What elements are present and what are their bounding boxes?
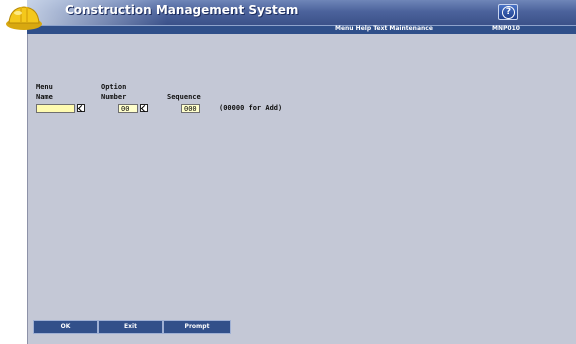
- menu-name-prompt-icon[interactable]: [77, 104, 85, 112]
- program-id: MNP010: [492, 25, 520, 32]
- option-number-prompt-icon[interactable]: [140, 104, 148, 112]
- left-margin: [0, 0, 27, 344]
- menu-name-input[interactable]: [36, 104, 75, 113]
- sequence-input[interactable]: 000: [181, 104, 200, 113]
- hard-hat-logo-icon: [6, 6, 42, 30]
- option-number-label-line1: Option: [101, 83, 127, 91]
- ok-button[interactable]: OK: [33, 320, 98, 334]
- menu-name-label-line2: Name: [36, 93, 53, 101]
- sequence-hint: (00000 for Add): [219, 104, 283, 112]
- help-question-icon: ?: [502, 6, 515, 19]
- screen-title: Menu Help Text Maintenance: [335, 25, 433, 32]
- menu-name-label-line1: Menu: [36, 83, 53, 91]
- sequence-label: Sequence: [167, 93, 201, 101]
- prompt-button[interactable]: Prompt: [163, 320, 231, 334]
- option-number-label-line2: Number: [101, 93, 127, 101]
- app-header: Construction Management System ?: [27, 0, 576, 25]
- option-number-input[interactable]: 00: [118, 104, 138, 113]
- exit-button[interactable]: Exit: [98, 320, 163, 334]
- help-button[interactable]: ?: [498, 4, 518, 20]
- screen-info-bar: Menu Help Text Maintenance MNP010: [27, 25, 576, 34]
- app-title: Construction Management System: [65, 3, 299, 17]
- form-area: Menu Name Option Number Sequence 00 000 …: [27, 34, 576, 344]
